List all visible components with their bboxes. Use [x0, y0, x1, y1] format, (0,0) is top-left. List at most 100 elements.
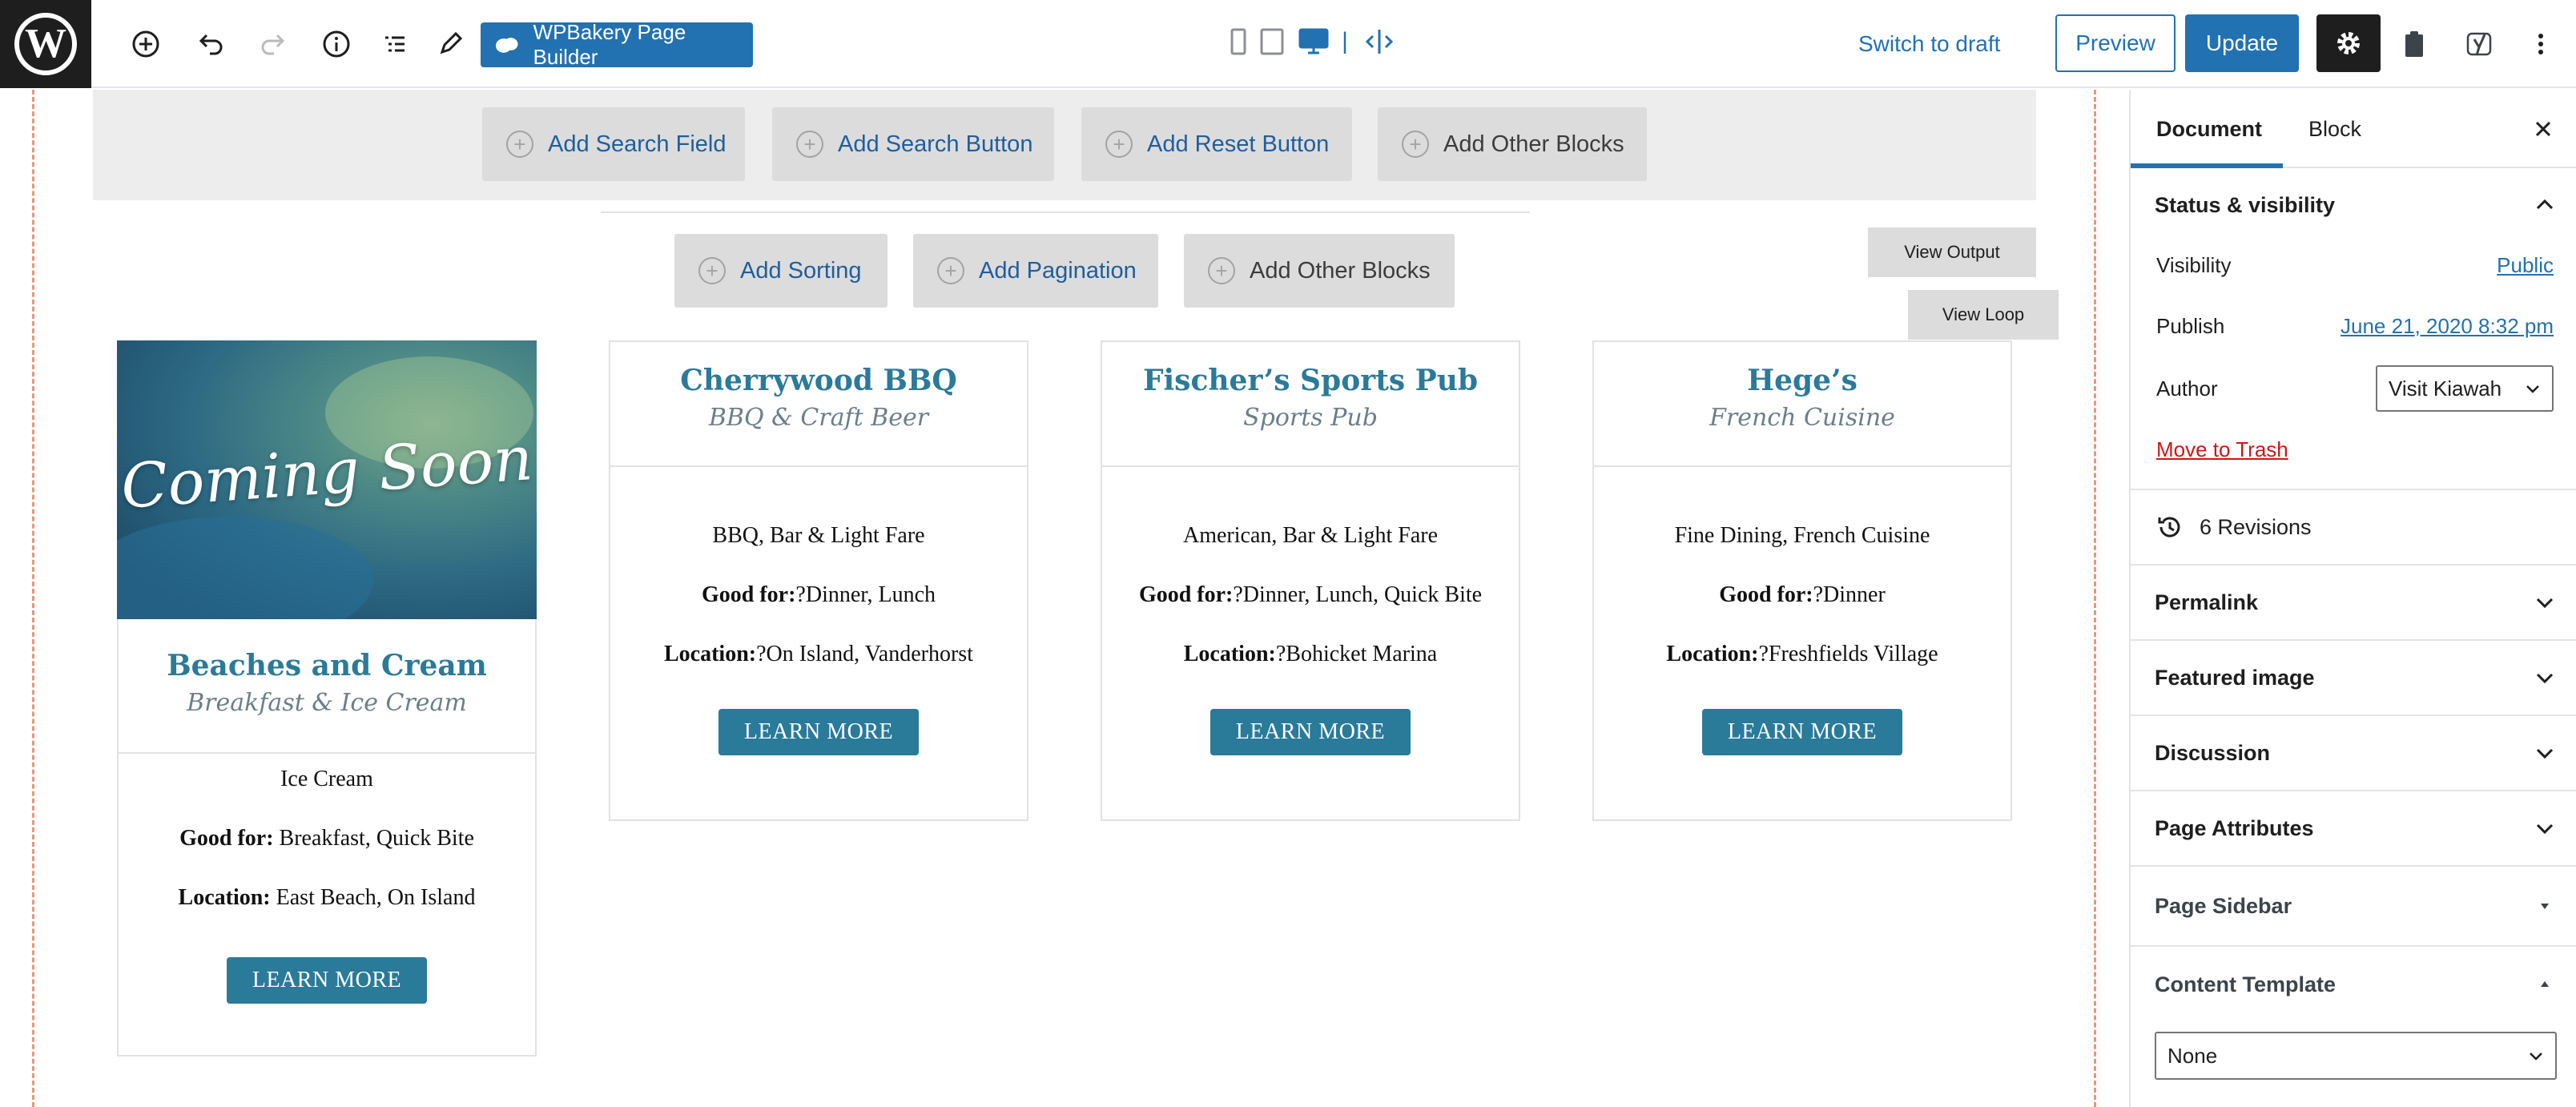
wordpress-logo[interactable]: W — [0, 0, 91, 88]
plus-circle-icon: + — [506, 131, 533, 158]
chevron-down-icon — [2536, 598, 2554, 609]
card-title[interactable]: Hege’s — [1594, 361, 2010, 400]
plus-circle-icon: + — [1208, 257, 1235, 284]
publish-date-link[interactable]: June 21, 2020 8:32 pm — [2341, 314, 2554, 339]
wpbakery-label: WPBakery Page Builder — [533, 20, 686, 69]
update-button[interactable]: Update — [2185, 14, 2299, 72]
chevron-up-icon — [2536, 199, 2554, 210]
coming-soon-text: Coming Soon — [119, 422, 535, 522]
add-other-blocks-button[interactable]: + Add Other Blocks — [1378, 107, 1647, 181]
add-other-blocks-loop-button[interactable]: + Add Other Blocks — [1184, 234, 1455, 308]
mobile-icon[interactable] — [1222, 24, 1254, 59]
view-output-button[interactable]: View Output — [1868, 227, 2036, 277]
add-block-icon[interactable] — [122, 20, 170, 68]
visibility-link[interactable]: Public — [2497, 253, 2554, 278]
restaurant-card: Hege’s French Cuisine Fine Dining, Frenc… — [1592, 340, 2012, 821]
yoast-icon[interactable] — [2456, 20, 2504, 68]
redo-icon[interactable] — [250, 20, 298, 68]
add-sorting-button[interactable]: + Add Sorting — [674, 234, 888, 308]
triangle-up-icon — [2541, 981, 2549, 987]
page-sidebar-title: Page Sidebar — [2155, 893, 2292, 918]
top-toolbar: W WPBakery Page Builder | Switch to draf… — [0, 0, 2576, 88]
wpbakery-page-builder-button[interactable]: WPBakery Page Builder — [481, 20, 753, 69]
edit-pencil-icon[interactable] — [426, 20, 474, 68]
add-pagination-button[interactable]: + Add Pagination — [913, 234, 1158, 308]
author-label: Author — [2156, 376, 2218, 401]
layout-guide-left — [32, 90, 34, 1107]
learn-more-button[interactable]: LEARN MORE — [1210, 709, 1411, 755]
coming-soon-image: Coming Soon — [117, 340, 537, 619]
card-good-for: Good for:?Dinner, Lunch — [701, 582, 936, 607]
sidebar-tabs: Document Block — [2131, 90, 2576, 168]
add-reset-button-label: Add Reset Button — [1147, 131, 1330, 157]
tablet-icon[interactable] — [1256, 24, 1288, 59]
list-view-icon[interactable] — [370, 20, 418, 68]
card-subtitle: BBQ & Craft Beer — [708, 404, 929, 432]
card-title[interactable]: Beaches and Cream — [119, 646, 535, 685]
card-category: BBQ, Bar & Light Fare — [712, 523, 925, 548]
add-other-blocks-loop-label: Add Other Blocks — [1250, 257, 1431, 284]
card-subtitle: Sports Pub — [1243, 404, 1378, 432]
add-other-blocks-label: Add Other Blocks — [1443, 131, 1624, 157]
chevron-down-icon — [2530, 1053, 2542, 1061]
discussion-panel-toggle[interactable]: Discussion — [2131, 716, 2576, 791]
permalink-panel-toggle[interactable]: Permalink — [2131, 566, 2576, 641]
discussion-title: Discussion — [2155, 740, 2271, 765]
editor-canvas: + Add Search Field + Add Search Button +… — [0, 90, 2129, 1107]
clipboard-icon[interactable] — [2390, 20, 2438, 68]
restaurant-card: Fischer’s Sports Pub Sports Pub American… — [1101, 340, 1520, 821]
card-location: Location: East Beach, On Island — [178, 885, 476, 910]
add-search-button-button[interactable]: + Add Search Button — [772, 107, 1054, 181]
revisions-label: 6 Revisions — [2200, 514, 2312, 539]
desktop-icon[interactable] — [1298, 24, 1330, 59]
move-to-trash-link[interactable]: Move to Trash — [2156, 437, 2288, 462]
content-template-select[interactable]: None — [2155, 1032, 2557, 1080]
info-icon[interactable] — [312, 20, 360, 68]
more-vertical-icon[interactable] — [2517, 20, 2565, 68]
card-title[interactable]: Fischer’s Sports Pub — [1102, 361, 1519, 400]
add-reset-button-button[interactable]: + Add Reset Button — [1081, 107, 1352, 181]
add-search-field-button[interactable]: + Add Search Field — [482, 107, 745, 181]
responsive-icon[interactable] — [1363, 24, 1395, 59]
plus-circle-icon: + — [937, 257, 964, 284]
undo-icon[interactable] — [186, 20, 234, 68]
status-visibility-title: Status & visibility — [2155, 192, 2336, 217]
add-pagination-label: Add Pagination — [979, 257, 1137, 284]
plus-circle-icon: + — [796, 131, 823, 158]
tab-document[interactable]: Document — [2131, 90, 2283, 168]
preview-button[interactable]: Preview — [2055, 14, 2176, 72]
add-sorting-label: Add Sorting — [740, 257, 862, 284]
plus-circle-icon: + — [1402, 131, 1429, 158]
tab-block[interactable]: Block — [2308, 90, 2361, 168]
featured-image-title: Featured image — [2155, 665, 2315, 690]
permalink-title: Permalink — [2155, 590, 2259, 614]
page-attributes-panel-toggle[interactable]: Page Attributes — [2131, 791, 2576, 867]
revisions-link[interactable]: 6 Revisions — [2131, 490, 2576, 566]
card-good-for: Good for: Breakfast, Quick Bite — [179, 826, 474, 851]
layout-guide-right — [2094, 90, 2096, 1107]
learn-more-button[interactable]: LEARN MORE — [227, 957, 427, 1004]
chevron-down-icon — [2536, 673, 2554, 684]
card-good-for: Good for:?Dinner — [1719, 582, 1886, 607]
restaurant-card: Beaches and Cream Breakfast & Ice Cream … — [117, 619, 537, 1057]
page-attributes-title: Page Attributes — [2155, 815, 2314, 840]
gear-icon[interactable] — [2316, 14, 2381, 72]
view-loop-button[interactable]: View Loop — [1908, 290, 2059, 340]
close-icon[interactable] — [2530, 115, 2557, 143]
page-sidebar-panel-toggle[interactable]: Page Sidebar — [2131, 867, 2576, 947]
learn-more-button[interactable]: LEARN MORE — [718, 709, 919, 755]
switch-to-draft-button[interactable]: Switch to draft — [1858, 24, 2000, 64]
status-visibility-panel-toggle[interactable]: Status & visibility — [2131, 170, 2576, 240]
card-location: Location:?Freshfields Village — [1666, 642, 1938, 666]
content-template-panel-toggle[interactable]: Content Template — [2131, 947, 2576, 1022]
visibility-label: Visibility — [2156, 253, 2232, 277]
card-location: Location:?Bohicket Marina — [1183, 642, 1438, 666]
card-title[interactable]: Cherrywood BBQ — [610, 361, 1027, 400]
card-subtitle: French Cuisine — [1709, 404, 1895, 432]
triangle-down-icon — [2541, 904, 2549, 909]
author-select[interactable]: Visit Kiawah — [2376, 365, 2554, 412]
featured-image-panel-toggle[interactable]: Featured image — [2131, 641, 2576, 716]
chevron-down-icon — [2536, 823, 2554, 835]
learn-more-button[interactable]: LEARN MORE — [1702, 709, 1902, 755]
restaurant-card: Cherrywood BBQ BBQ & Craft Beer BBQ, Bar… — [609, 340, 1028, 821]
